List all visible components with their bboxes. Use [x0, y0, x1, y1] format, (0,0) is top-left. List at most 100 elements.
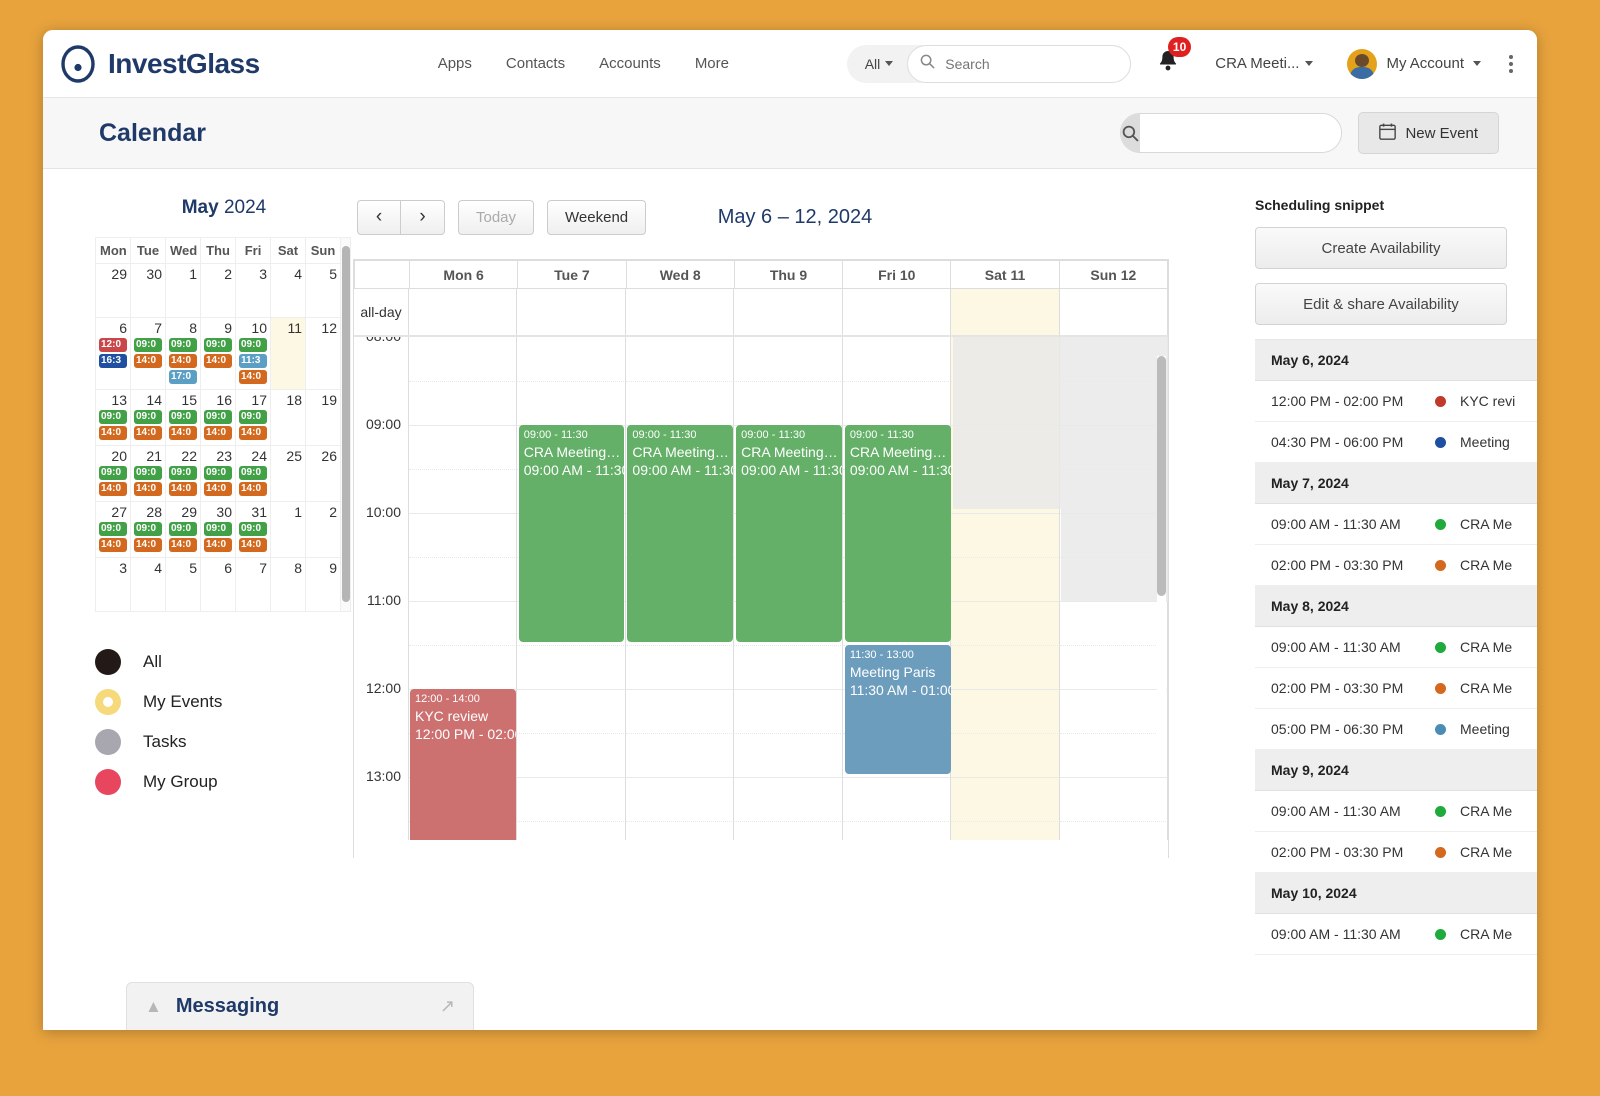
grid-cell[interactable] [626, 733, 734, 777]
mini-event-chip[interactable]: 14:0 [169, 354, 197, 368]
grid-cell[interactable] [951, 557, 1059, 601]
mini-event-chip[interactable]: 11:3 [239, 354, 267, 368]
overflow-menu-icon[interactable] [1505, 51, 1517, 77]
mini-day-cell[interactable]: 6 [201, 558, 236, 612]
mini-day-cell[interactable]: 3 [96, 558, 131, 612]
grid-cell[interactable] [951, 513, 1059, 557]
agenda-row[interactable]: 09:00 AM - 11:30 AMCRA Me [1255, 504, 1537, 545]
agenda-row[interactable]: 09:00 AM - 11:30 AMCRA Me [1255, 791, 1537, 832]
mini-day-cell[interactable]: 5 [306, 264, 341, 318]
global-search-box[interactable] [907, 45, 1131, 83]
mini-event-chip[interactable]: 09:0 [239, 466, 267, 480]
mini-day-cell[interactable]: 2709:014:0 [96, 502, 131, 558]
grid-cell[interactable] [1060, 557, 1168, 601]
mini-event-chip[interactable]: 14:0 [169, 482, 197, 496]
nav-link-accounts[interactable]: Accounts [599, 55, 661, 72]
mini-event-chip[interactable]: 09:0 [134, 338, 162, 352]
mini-day-cell[interactable]: 909:014:0 [201, 318, 236, 390]
grid-cell[interactable] [409, 381, 517, 425]
today-button[interactable]: Today [458, 200, 534, 235]
grid-cell[interactable] [734, 777, 842, 821]
mini-calendar[interactable]: MonTueWedThuFriSatSun293012345612:016:37… [95, 237, 341, 612]
agenda-row[interactable]: 09:00 AM - 11:30 AMCRA Me [1255, 627, 1537, 668]
mini-event-chip[interactable]: 14:0 [134, 538, 162, 552]
grid-cell[interactable] [517, 689, 625, 733]
mini-day-cell[interactable]: 709:014:0 [131, 318, 166, 390]
agenda-row[interactable]: 02:00 PM - 03:30 PMCRA Me [1255, 668, 1537, 709]
mini-day-cell[interactable]: 1309:014:0 [96, 390, 131, 446]
mini-calendar-scroll-thumb[interactable] [342, 246, 350, 602]
grid-cell[interactable] [409, 557, 517, 601]
grid-cell[interactable] [517, 381, 625, 425]
calendar-search-box[interactable] [1120, 113, 1342, 153]
calendar-event[interactable]: 12:00 - 14:00KYC review12:00 PM - 02:00 [410, 689, 516, 840]
mini-event-chip[interactable]: 09:0 [204, 338, 232, 352]
context-selector[interactable]: CRA Meeti... [1215, 55, 1313, 72]
calendar-event[interactable]: 09:00 - 11:30CRA Meeting T...09:00 AM - … [845, 425, 951, 642]
mini-event-chip[interactable]: 09:0 [169, 522, 197, 536]
grid-cell[interactable] [734, 645, 842, 689]
mini-event-chip[interactable]: 09:0 [99, 466, 127, 480]
grid-cell[interactable] [951, 381, 1059, 425]
mini-day-cell[interactable]: 8 [271, 558, 306, 612]
grid-cell[interactable] [1060, 645, 1168, 689]
mini-day-cell[interactable]: 2009:014:0 [96, 446, 131, 502]
prev-week-button[interactable]: ‹ [357, 200, 401, 235]
day-column-header[interactable]: Sat 11 [951, 261, 1059, 289]
mini-day-cell[interactable]: 11 [271, 318, 306, 390]
agenda-row[interactable]: 02:00 PM - 03:30 PMCRA Me [1255, 545, 1537, 586]
all-day-cell[interactable] [734, 289, 842, 335]
grid-cell[interactable] [1060, 777, 1168, 821]
grid-cell[interactable] [951, 469, 1059, 513]
week-grid-scrollbar[interactable] [1157, 356, 1166, 761]
mini-event-chip[interactable]: 09:0 [169, 338, 197, 352]
calendar-event[interactable]: 09:00 - 11:30CRA Meeting T...09:00 AM - … [627, 425, 733, 642]
week-grid-scroller[interactable]: 08:0009:0010:0011:0012:0013:0014:0015:00… [354, 337, 1168, 840]
legend-item-my-events[interactable]: My Events [95, 682, 353, 722]
agenda-row[interactable]: 02:00 PM - 03:30 PMCRA Me [1255, 832, 1537, 873]
grid-cell[interactable] [734, 821, 842, 840]
mini-day-cell[interactable]: 2209:014:0 [166, 446, 201, 502]
legend-item-tasks[interactable]: Tasks [95, 722, 353, 762]
mini-event-chip[interactable]: 14:0 [239, 482, 267, 496]
day-column-header[interactable]: Thu 9 [734, 261, 842, 289]
mini-event-chip[interactable]: 14:0 [134, 354, 162, 368]
next-week-button[interactable]: › [401, 200, 445, 235]
grid-cell[interactable] [626, 689, 734, 733]
mini-event-chip[interactable]: 09:0 [99, 522, 127, 536]
mini-event-chip[interactable]: 14:0 [204, 482, 232, 496]
mini-day-cell[interactable]: 4 [271, 264, 306, 318]
mini-day-cell[interactable]: 809:014:017:0 [166, 318, 201, 390]
mini-event-chip[interactable]: 14:0 [239, 426, 267, 440]
grid-cell[interactable] [1060, 425, 1168, 469]
mini-event-chip[interactable]: 14:0 [169, 538, 197, 552]
mini-day-cell[interactable]: 3009:014:0 [201, 502, 236, 558]
day-column-header[interactable]: Mon 6 [410, 261, 518, 289]
search-scope-select[interactable]: All [847, 56, 908, 72]
agenda-row[interactable]: 12:00 PM - 02:00 PMKYC revi [1255, 381, 1537, 422]
week-grid-scroll-thumb[interactable] [1157, 356, 1166, 596]
agenda-row[interactable]: 04:30 PM - 06:00 PMMeeting [1255, 422, 1537, 463]
calendar-event[interactable]: 09:00 - 11:30CRA Meeting T...09:00 AM - … [519, 425, 625, 642]
mini-day-cell[interactable]: 9 [306, 558, 341, 612]
mini-day-cell[interactable]: 2309:014:0 [201, 446, 236, 502]
mini-day-cell[interactable]: 30 [131, 264, 166, 318]
mini-event-chip[interactable]: 16:3 [99, 354, 127, 368]
grid-cell[interactable] [951, 689, 1059, 733]
messaging-bar[interactable]: ▲ Messaging ↗ [126, 982, 474, 1030]
grid-cell[interactable] [951, 777, 1059, 821]
grid-cell[interactable] [1060, 469, 1168, 513]
mini-event-chip[interactable]: 12:0 [99, 338, 127, 352]
weekend-button[interactable]: Weekend [547, 200, 646, 235]
mini-event-chip[interactable]: 14:0 [204, 538, 232, 552]
mini-day-cell[interactable]: 3 [236, 264, 271, 318]
grid-cell[interactable] [517, 733, 625, 777]
grid-cell[interactable] [1060, 689, 1168, 733]
grid-cell[interactable] [843, 821, 951, 840]
legend-item-all[interactable]: All [95, 642, 353, 682]
mini-day-cell[interactable]: 1 [271, 502, 306, 558]
grid-cell[interactable] [517, 645, 625, 689]
grid-cell[interactable] [734, 381, 842, 425]
mini-event-chip[interactable]: 09:0 [134, 522, 162, 536]
mini-event-chip[interactable]: 09:0 [204, 466, 232, 480]
